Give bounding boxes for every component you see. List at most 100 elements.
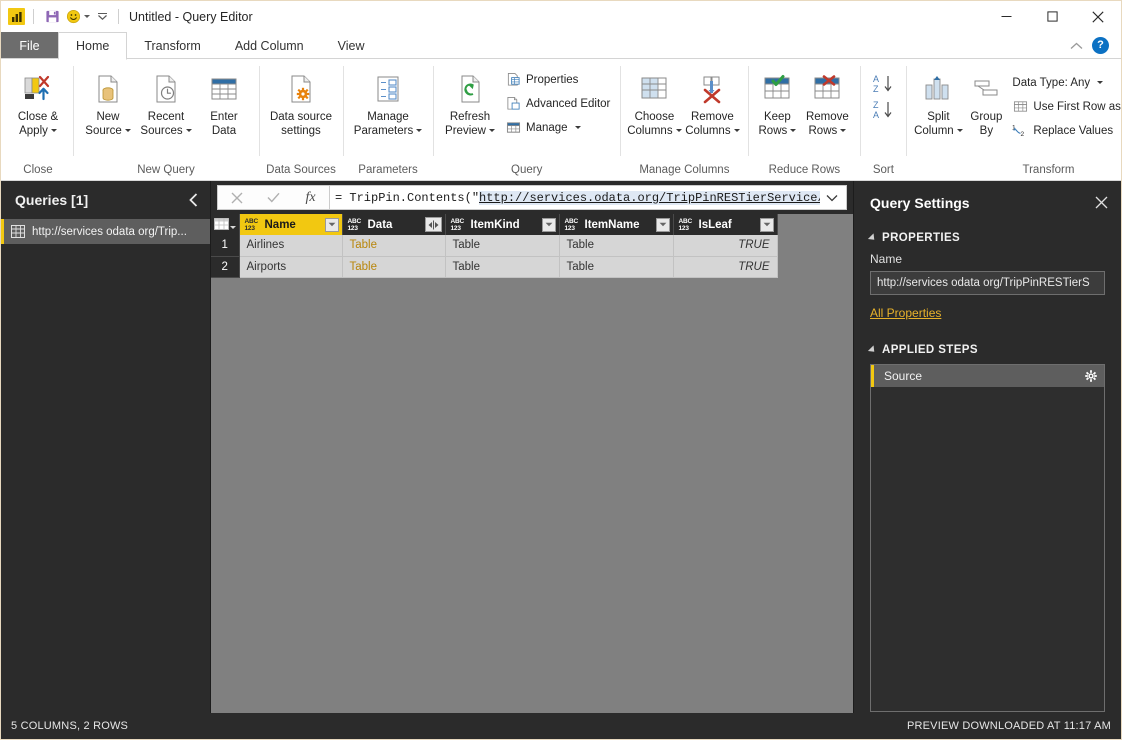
- keep-rows-icon: [761, 68, 793, 110]
- cell-name[interactable]: Airports: [239, 256, 343, 278]
- column-header-isleaf[interactable]: ABC 123 IsLeaf: [673, 214, 778, 235]
- tab-home[interactable]: Home: [58, 32, 128, 60]
- query-name-input[interactable]: http://services odata org/TripPinRESTier…: [870, 271, 1105, 295]
- kr-line1: Keep: [763, 111, 791, 123]
- query-list-item[interactable]: http://services odata org/Trip...: [1, 219, 210, 244]
- manage-parameters-button[interactable]: Manage Parameters: [349, 65, 427, 138]
- query-settings-title: Query Settings: [870, 194, 970, 211]
- triangle-expanded-icon: [867, 233, 878, 243]
- tab-transform[interactable]: Transform: [127, 32, 218, 59]
- cell-name[interactable]: Airlines: [239, 235, 343, 257]
- manage-icon: [505, 120, 521, 136]
- formula-fx-button[interactable]: fx: [292, 186, 329, 209]
- sort-descending-button[interactable]: Z A: [872, 99, 894, 121]
- ribbon-group-manage-columns: Choose Columns Remove Columns Manage Col…: [620, 59, 748, 180]
- table-row[interactable]: 2 Airports Table Table Table TRUE: [211, 256, 778, 278]
- refresh-preview-button[interactable]: Refresh Preview: [439, 65, 501, 138]
- close-icon[interactable]: [1092, 193, 1111, 212]
- chevron-left-icon[interactable]: [187, 191, 200, 209]
- keep-rows-button[interactable]: Keep Rows: [754, 65, 800, 138]
- formula-link[interactable]: http://services.odata.org/TripPinRESTier…: [479, 190, 820, 205]
- gear-icon[interactable]: [1085, 370, 1097, 382]
- sort-ascending-button[interactable]: A Z: [872, 73, 894, 95]
- advanced-editor-button[interactable]: Advanced Editor: [501, 93, 614, 114]
- manage-button[interactable]: Manage: [501, 117, 614, 138]
- column-header-itemkind[interactable]: ABC 123 ItemKind: [445, 214, 560, 235]
- new-source-line2: Source: [85, 124, 122, 137]
- svg-text:1: 1: [1012, 125, 1016, 132]
- data-source-settings-label: Data source settings: [270, 111, 332, 138]
- properties-button[interactable]: Properties: [501, 69, 614, 90]
- filter-dropdown-icon[interactable]: [541, 217, 556, 232]
- recent-sources-line1: Recent: [147, 111, 185, 123]
- smiley-button[interactable]: [63, 6, 93, 28]
- formula-input[interactable]: = TripPin.Contents(" http://services.odat…: [329, 185, 847, 210]
- new-source-button[interactable]: New Source: [79, 65, 137, 138]
- ribbon-group-sort: A Z Z A Sort: [860, 59, 906, 180]
- cell-data[interactable]: Table: [342, 256, 446, 278]
- collapse-ribbon-icon[interactable]: [1070, 42, 1083, 50]
- filter-dropdown-icon[interactable]: [324, 217, 339, 232]
- all-properties-link[interactable]: All Properties: [870, 306, 941, 320]
- cell-itemname[interactable]: Table: [559, 235, 674, 257]
- column-header-data[interactable]: ABC 123 Data: [342, 214, 446, 235]
- query-small-buttons: Properties Advanced Editor Manage: [501, 65, 614, 138]
- qat-divider: [33, 9, 34, 24]
- qat-customize-button[interactable]: [93, 6, 112, 28]
- close-and-apply-button[interactable]: Close & Apply: [9, 65, 67, 138]
- expand-column-icon[interactable]: [424, 217, 442, 232]
- cell-isleaf[interactable]: TRUE: [673, 235, 778, 257]
- enter-data-button[interactable]: Enter Data: [195, 65, 253, 138]
- cell-itemkind[interactable]: Table: [445, 235, 560, 257]
- column-header-label: Name: [264, 218, 296, 231]
- formula-cancel-button[interactable]: [218, 186, 255, 209]
- save-button[interactable]: [42, 6, 63, 28]
- chevron-down-icon: [1097, 81, 1104, 84]
- use-first-row-label: Use First Row as Headers: [1033, 100, 1122, 113]
- tab-file[interactable]: File: [1, 32, 58, 59]
- group-by-icon: [970, 68, 1002, 110]
- title-divider: [118, 9, 119, 24]
- cell-isleaf[interactable]: TRUE: [673, 256, 778, 278]
- advanced-editor-icon: [505, 96, 521, 112]
- column-header-name[interactable]: ABC 123 Name: [239, 214, 343, 235]
- filter-dropdown-icon[interactable]: [655, 217, 670, 232]
- data-source-settings-button[interactable]: Data source settings: [265, 65, 337, 138]
- minimize-button[interactable]: [983, 1, 1029, 32]
- filter-dropdown-icon[interactable]: [759, 217, 774, 232]
- cell-data[interactable]: Table: [342, 235, 446, 257]
- replace-values-button[interactable]: 1 2 Replace Values: [1008, 120, 1122, 141]
- rr-line1: Remove: [805, 111, 849, 123]
- data-type-button[interactable]: Data Type: Any: [1008, 72, 1122, 93]
- abc123-type-icon: ABC 123: [678, 217, 693, 232]
- gb-line1: Group: [970, 111, 1003, 123]
- maximize-button[interactable]: [1029, 1, 1075, 32]
- select-all-cell[interactable]: [211, 214, 240, 235]
- use-first-row-as-headers-button[interactable]: Use First Row as Headers: [1008, 96, 1122, 117]
- choose-columns-button[interactable]: Choose Columns: [626, 65, 682, 138]
- close-button[interactable]: [1075, 1, 1121, 32]
- remove-columns-button[interactable]: Remove Columns: [682, 65, 742, 138]
- applied-step-source[interactable]: Source: [871, 365, 1104, 387]
- applied-steps-section-header[interactable]: APPLIED STEPS: [867, 344, 1105, 356]
- refresh-preview-icon: [453, 68, 487, 110]
- tab-add-column[interactable]: Add Column: [218, 32, 321, 59]
- help-button[interactable]: ?: [1092, 37, 1109, 54]
- remove-rows-button[interactable]: Remove Rows: [800, 65, 854, 138]
- ribbon-group-new-query: New Source Recent Sources Enter Data New…: [73, 59, 259, 180]
- split-column-button[interactable]: Split Column: [912, 65, 964, 138]
- table-row[interactable]: 1 Airlines Table Table Table TRUE: [211, 235, 778, 257]
- recent-sources-button[interactable]: Recent Sources: [137, 65, 195, 138]
- chevron-down-icon[interactable]: [820, 194, 844, 202]
- ribbon-group-parameters: Manage Parameters Parameters: [343, 59, 433, 180]
- formula-accept-button[interactable]: [255, 186, 292, 209]
- column-header-itemname[interactable]: ABC 123 ItemName: [559, 214, 674, 235]
- group-by-button[interactable]: Group By: [964, 65, 1008, 138]
- cell-itemkind[interactable]: Table: [445, 256, 560, 278]
- window-controls: [983, 1, 1121, 32]
- properties-section-header[interactable]: PROPERTIES: [867, 232, 1105, 244]
- formula-bar-actions: fx: [217, 185, 329, 210]
- cell-itemname[interactable]: Table: [559, 256, 674, 278]
- recent-sources-label: Recent Sources: [140, 111, 192, 138]
- tab-view[interactable]: View: [321, 32, 382, 59]
